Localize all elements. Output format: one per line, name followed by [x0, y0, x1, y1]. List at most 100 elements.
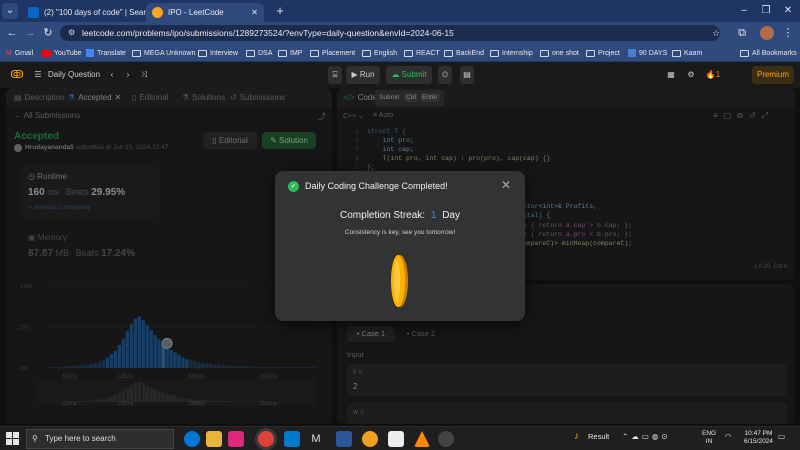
next-problem-icon[interactable]: ›	[122, 66, 134, 84]
gmail-icon: M	[6, 49, 12, 57]
youtube-icon	[42, 49, 51, 57]
bookmark-star-icon[interactable]: ☆	[708, 25, 724, 41]
file-explorer-icon[interactable]	[206, 431, 222, 447]
modal-title: Daily Coding Challenge Completed!	[305, 181, 448, 191]
tab-linkedin[interactable]: (2) "100 days of code" | Search ✕	[22, 3, 148, 22]
bookmark-placement[interactable]: Placement	[310, 46, 355, 60]
completion-streak: Completion Streak: 1 Day	[340, 210, 460, 221]
notion-icon[interactable]	[388, 431, 404, 447]
doc-icon	[628, 49, 636, 57]
notes-icon[interactable]: ▤	[460, 66, 474, 84]
new-tab-button[interactable]: +	[268, 3, 292, 19]
reload-icon[interactable]: ↻	[40, 25, 56, 41]
shuffle-icon[interactable]: ⤨	[138, 66, 150, 84]
language-indicator[interactable]: ENG IN	[702, 430, 716, 446]
wifi-icon[interactable]: ◠	[725, 432, 732, 441]
bookmark-translate[interactable]: Translate	[86, 46, 126, 60]
bookmark-imp[interactable]: IMP	[278, 46, 302, 60]
close-window-button[interactable]: ✕	[776, 3, 800, 19]
folder-icon	[740, 49, 749, 57]
folder-icon	[362, 49, 371, 57]
figma-icon[interactable]	[228, 431, 244, 447]
submit-button[interactable]: ☁ Submit	[386, 66, 432, 84]
coin-icon	[391, 255, 408, 307]
modal-message: Consistency is key, see you tomorrow!	[344, 229, 456, 236]
tab-search-icon[interactable]: ⌄	[2, 3, 18, 19]
bookmark-react[interactable]: REACT	[404, 46, 440, 60]
menu-icon[interactable]: ⋮	[780, 25, 796, 41]
timer-icon[interactable]: ⏲	[438, 66, 452, 84]
app-m-icon[interactable]: M	[308, 431, 324, 447]
cloud-upload-icon: ☁	[391, 70, 400, 79]
tab-label: IPO - LeetCode	[168, 8, 224, 17]
close-icon[interactable]: ✕	[501, 178, 511, 192]
premium-button[interactable]: Premium	[752, 66, 794, 84]
bookmark-interview[interactable]: Interview	[198, 46, 238, 60]
folder-icon	[672, 49, 681, 57]
list-icon[interactable]: ☰	[32, 66, 44, 84]
leetcode-header: ↂ ☰ Daily Question ‹ › ⤨ ⌸ ▶ Run ☁ Submi…	[0, 63, 800, 144]
bookmark-dsa[interactable]: DSA	[246, 46, 272, 60]
folder-icon	[404, 49, 413, 57]
layout-icon[interactable]: ▦	[664, 66, 678, 84]
close-icon[interactable]: ✕	[251, 8, 258, 17]
bookmark-gmail[interactable]: M Gmail	[6, 46, 33, 60]
system-tray-icons[interactable]: ⌃☁▭◍⊙	[622, 432, 671, 441]
run-button[interactable]: ▶ Run	[346, 66, 380, 84]
bookmarks-bar: M Gmail YouTube Translate MEGA Unknown In…	[0, 44, 800, 62]
bookmark-mega[interactable]: MEGA Unknown	[132, 46, 195, 60]
folder-icon	[278, 49, 287, 57]
bookmark-backend[interactable]: BackEnd	[444, 46, 484, 60]
bookmark-project[interactable]: Project	[586, 46, 620, 60]
taskbar-search-input[interactable]: ⚲ Type here to search	[26, 429, 174, 449]
translate-icon	[86, 49, 94, 57]
edge-icon[interactable]	[184, 431, 200, 447]
folder-icon	[246, 49, 255, 57]
app-badge-icon[interactable]	[362, 431, 378, 447]
tab-label: (2) "100 days of code" | Search	[44, 8, 148, 17]
leetcode-icon	[152, 7, 163, 18]
vscode-icon[interactable]	[284, 431, 300, 447]
bookmark-english[interactable]: English	[362, 46, 397, 60]
bookmark-kaam[interactable]: Kaam	[672, 46, 702, 60]
prev-problem-icon[interactable]: ‹	[106, 66, 118, 84]
bookmark-one-shot[interactable]: one shot	[540, 46, 579, 60]
notifications-icon[interactable]: ▭	[778, 432, 785, 441]
extensions-icon[interactable]: ⧉	[734, 25, 750, 41]
clock[interactable]: 10:47 PM 6/15/2024	[744, 430, 773, 446]
debug-icon[interactable]: ⌸	[328, 66, 342, 84]
bookmark-youtube[interactable]: YouTube	[42, 46, 82, 60]
chrome-icon[interactable]	[258, 431, 274, 447]
all-bookmarks[interactable]: All Bookmarks	[740, 46, 797, 60]
windows-taskbar: ⚲ Type here to search M ♪ Result ⌃☁▭◍⊙ E…	[0, 426, 800, 450]
folder-icon	[310, 49, 319, 57]
fire-icon: 🔥	[705, 70, 716, 79]
url-input[interactable]: ⚙ leetcode.com/problems/ipo/submissions/…	[60, 25, 720, 41]
word-icon[interactable]	[336, 431, 352, 447]
back-icon[interactable]: ←	[4, 25, 20, 41]
windows-start-icon[interactable]	[6, 432, 19, 445]
linkedin-icon	[28, 7, 39, 18]
daily-question-link[interactable]: Daily Question	[48, 66, 102, 84]
settings-icon[interactable]: ⚙	[684, 66, 698, 84]
profile-avatar[interactable]	[760, 26, 774, 40]
result-label[interactable]: Result	[588, 432, 609, 441]
url-text: leetcode.com/problems/ipo/submissions/12…	[82, 28, 454, 38]
streak-counter[interactable]: 🔥1	[704, 66, 722, 84]
daily-challenge-modal: ✓ Daily Coding Challenge Completed! ✕ Co…	[275, 171, 525, 321]
minimize-button[interactable]: –	[732, 3, 756, 19]
maximize-button[interactable]: ❐	[754, 3, 778, 19]
vlc-icon[interactable]	[414, 431, 430, 447]
leetcode-logo-icon[interactable]: ↂ	[10, 66, 24, 84]
bookmark-internship[interactable]: Internship	[490, 46, 533, 60]
search-icon: ⚲	[32, 434, 38, 443]
tab-leetcode[interactable]: IPO - LeetCode ✕	[146, 3, 264, 22]
site-info-icon[interactable]: ⚙	[68, 25, 75, 41]
app-circle-icon[interactable]	[438, 431, 454, 447]
browser-tab-strip: ⌄ (2) "100 days of code" | Search ✕ IPO …	[0, 0, 800, 22]
bookmark-90-days[interactable]: 90 DAYS	[628, 46, 667, 60]
folder-icon	[586, 49, 595, 57]
play-icon: ▶	[351, 70, 358, 79]
notification-bell-icon[interactable]: ♪	[574, 431, 579, 442]
forward-icon[interactable]: →	[22, 25, 38, 41]
